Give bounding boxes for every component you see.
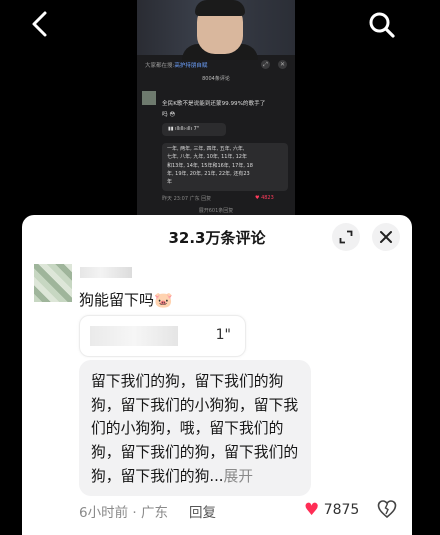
search-icon[interactable] bbox=[368, 11, 396, 39]
video-expand-replies[interactable]: 展开601条回复 bbox=[137, 207, 295, 214]
video-expand-icon[interactable]: ⤢ bbox=[261, 60, 270, 69]
comment-time-location: 6小时前 · 广东 bbox=[79, 505, 168, 521]
video-comment-likes[interactable]: ♥ 4823 bbox=[255, 195, 274, 201]
video-comment-avatar[interactable] bbox=[142, 91, 156, 105]
voice-message[interactable]: 1" bbox=[79, 315, 246, 357]
comment-body: 留下我们的狗，留下我们的狗狗，留下我们的小狗狗，留下我们的小狗狗，哦，留下我们的… bbox=[91, 370, 307, 489]
video-comment-line2: 吗 😳 bbox=[162, 112, 176, 118]
video-preview[interactable]: 大家都在搜:高护持朋自赋 ⤢ ✕ 8004条评论 全民K歌不是说能到还蒙99.9… bbox=[137, 0, 295, 222]
search-prefix: 大家都在搜: bbox=[145, 63, 175, 69]
video-list-line: 七年, 八年, 九年, 10年, 11年, 12年 bbox=[167, 154, 247, 161]
dislike-icon[interactable] bbox=[377, 499, 397, 519]
reply-button[interactable]: 回复 bbox=[189, 501, 216, 521]
like-count: 7875 bbox=[323, 502, 360, 518]
like-button[interactable]: ♥ 7875 bbox=[304, 500, 359, 520]
video-list-line: 和13年, 14年, 15年和16年, 17年, 18 bbox=[167, 162, 253, 169]
expand-icon[interactable] bbox=[332, 223, 360, 251]
video-voice-message[interactable]: ▮▮ ıllıllı·ıllı 7" bbox=[162, 123, 226, 136]
comment-bubble[interactable]: 留下我们的狗，留下我们的狗狗，留下我们的小狗狗，留下我们的小狗狗，哦，留下我们的… bbox=[79, 360, 311, 496]
expand-link[interactable]: 展开 bbox=[224, 468, 254, 485]
video-search-suggestion[interactable]: 大家都在搜:高护持朋自赋 bbox=[145, 61, 207, 69]
comment-body-text: 留下我们的狗，留下我们的狗狗，留下我们的小狗狗，留下我们的小狗狗，哦，留下我们的… bbox=[91, 373, 299, 485]
comment-sheet: 32.3万条评论 狗能留下吗🐷 1" 留下我们的狗，留下我们的狗狗，留下我们的小… bbox=[22, 215, 412, 535]
video-comment-list-box: 一年, 两年, 三年, 四年, 五年, 六年, 七年, 八年, 九年, 10年,… bbox=[162, 143, 288, 191]
voice-waveform bbox=[90, 326, 178, 346]
video-close-icon[interactable]: ✕ bbox=[278, 60, 287, 69]
search-term[interactable]: 高护持朋自赋 bbox=[174, 63, 207, 69]
video-list-line: 年 bbox=[167, 179, 173, 186]
username-blurred[interactable] bbox=[80, 267, 132, 278]
video-voice-duration: 7" bbox=[193, 126, 200, 132]
back-icon[interactable] bbox=[28, 10, 52, 44]
video-list-line: 年, 19年, 20年, 21年, 22年, 还有23 bbox=[167, 170, 250, 177]
close-icon[interactable] bbox=[372, 223, 400, 251]
heart-icon: ♥ bbox=[304, 500, 320, 520]
voice-duration: 1" bbox=[215, 327, 231, 343]
person-hair bbox=[195, 0, 245, 16]
comment-text: 狗能留下吗🐷 bbox=[79, 291, 173, 309]
video-list-line: 一年, 两年, 三年, 四年, 五年, 六年, bbox=[167, 146, 245, 152]
video-frame bbox=[137, 0, 295, 60]
video-comment-count: 8004条评论 bbox=[202, 76, 230, 82]
avatar[interactable] bbox=[34, 264, 72, 302]
video-comment-footer: 昨天 23:07 广东 回复 bbox=[162, 196, 212, 202]
video-comment-line1: 全民K歌不是说能到还蒙99.99%的歌手了 bbox=[162, 101, 266, 107]
